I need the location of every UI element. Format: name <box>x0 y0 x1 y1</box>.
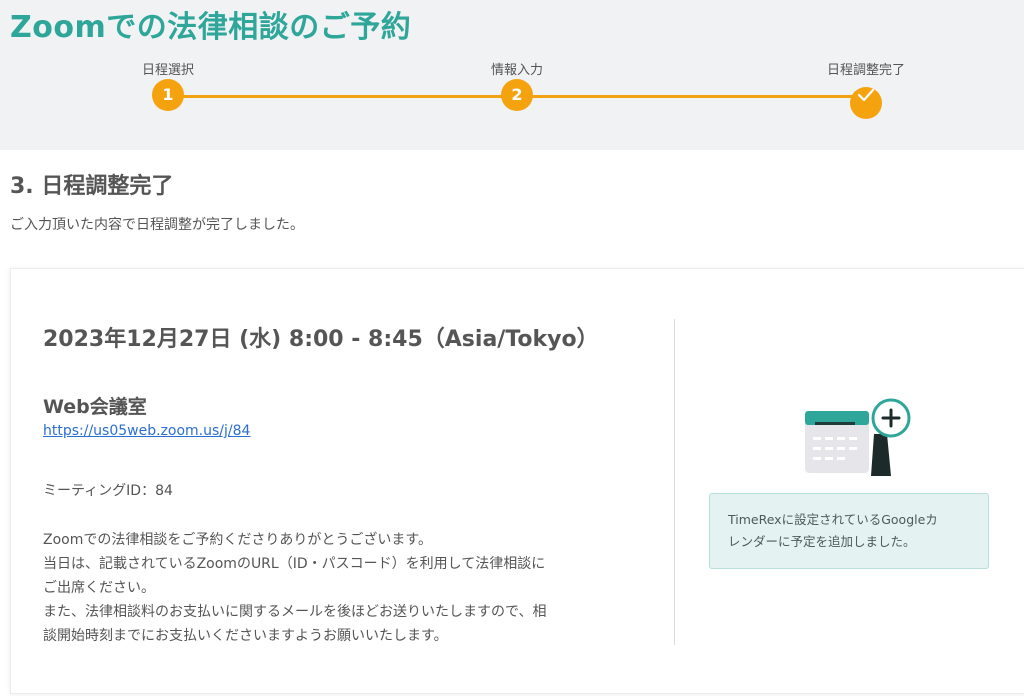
step-3-circle <box>850 87 882 119</box>
message-line: また、法律相談料のお支払いに関するメールを後ほどお送りいたしますので、相 <box>43 604 547 620</box>
message-line: Zoomでの法律相談をご予約くださりありがとうございます。 <box>43 532 432 548</box>
booking-confirmation-card: 2023年12月27日 (水) 8:00 - 8:45（Asia/Tokyo） … <box>10 268 1024 694</box>
calendar-added-notice: TimeRexに設定されているGoogleカ レンダーに予定を追加しました。 <box>709 493 989 569</box>
check-icon <box>857 88 875 102</box>
message-line: 当日は、記載されているZoomのURL（ID・パスコード）を利用して法律相談に <box>43 556 546 572</box>
step-1: 日程選択 1 <box>108 62 228 111</box>
section-title: 3. 日程調整完了 <box>10 174 174 199</box>
step-2: 情報入力 2 <box>457 62 577 111</box>
step-2-label: 情報入力 <box>490 63 543 78</box>
message-line: 談開始時刻までにお支払いくださいますようお願いいたします。 <box>43 628 448 644</box>
header: Zoomでの法律相談のご予約 日程選択 1 情報入力 2 日程調整完了 <box>0 0 1024 150</box>
message-line: ご出席ください。 <box>43 580 155 596</box>
section-description: ご入力頂いた内容で日程調整が完了しました。 <box>10 217 304 233</box>
step-1-circle: 1 <box>152 79 184 111</box>
event-datetime: 2023年12月27日 (水) 8:00 - 8:45（Asia/Tokyo） <box>43 327 599 352</box>
step-1-label: 日程選択 <box>141 63 194 78</box>
notice-line: TimeRexに設定されているGoogleカ <box>728 512 938 527</box>
notice-line: レンダーに予定を追加しました。 <box>728 534 916 549</box>
step-2-circle: 2 <box>501 79 533 111</box>
step-3: 日程調整完了 <box>806 62 926 119</box>
card-divider <box>674 319 675 645</box>
calendar-add-icon <box>805 398 911 476</box>
confirmation-message: Zoomでの法律相談をご予約くださりありがとうございます。 当日は、記載されてい… <box>43 528 653 648</box>
page-title: Zoomでの法律相談のご予約 <box>10 10 412 45</box>
step-3-label: 日程調整完了 <box>826 63 905 78</box>
meeting-id: ミーティングID：84 <box>43 483 173 499</box>
web-room-title: Web会議室 <box>43 396 147 418</box>
meeting-link[interactable]: https://us05web.zoom.us/j/84 <box>43 423 250 439</box>
